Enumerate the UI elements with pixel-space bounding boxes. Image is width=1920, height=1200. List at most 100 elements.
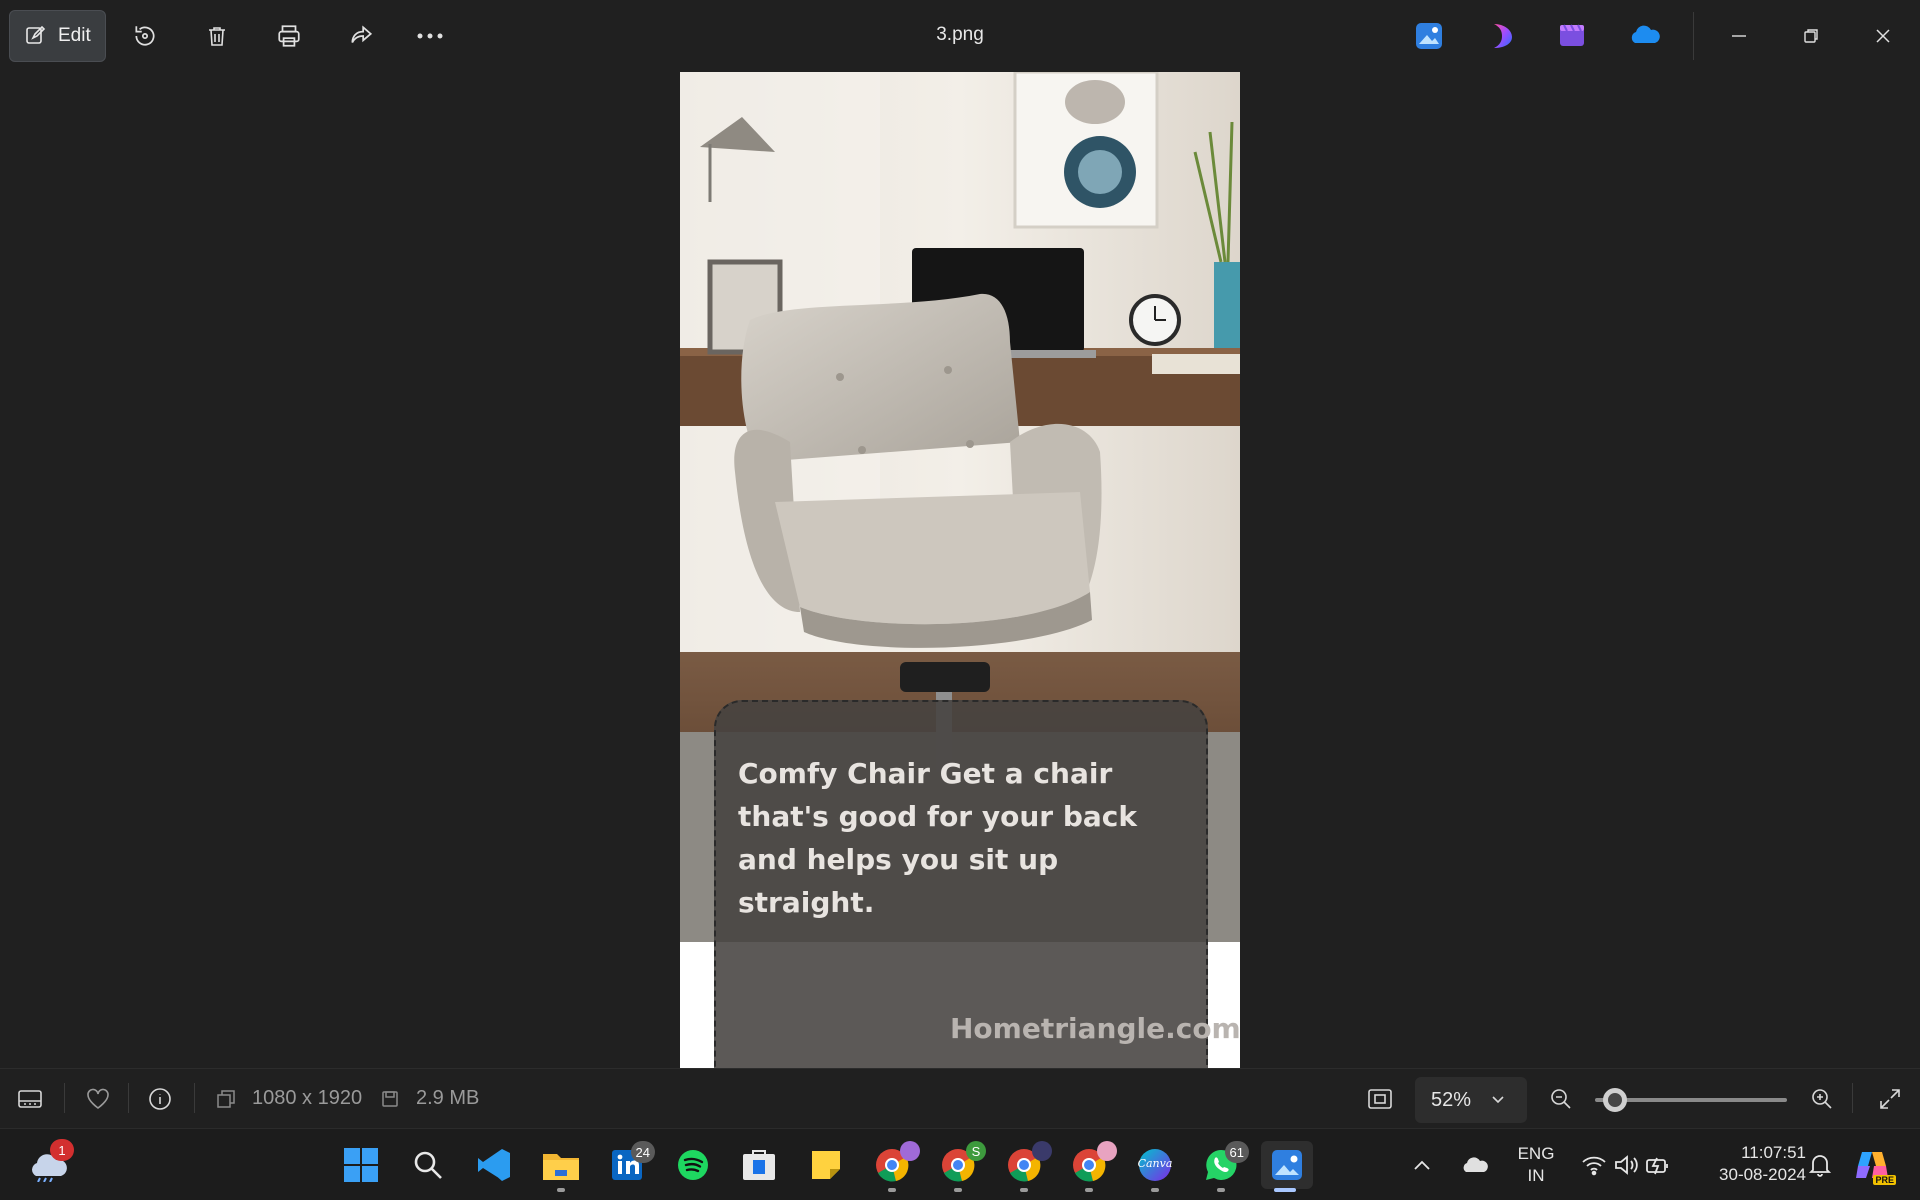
image-watermark: Hometriangle.com	[950, 1012, 1240, 1045]
search-icon	[414, 1151, 442, 1179]
vscode-icon	[478, 1149, 510, 1181]
taskbar-photos[interactable]	[1261, 1141, 1313, 1192]
chrome-profile-avatar	[1032, 1141, 1052, 1161]
taskbar-copilot[interactable]: PRE	[1848, 1141, 1896, 1189]
minimize-button[interactable]	[1721, 18, 1757, 54]
whatsapp-badge: 61	[1224, 1141, 1249, 1163]
taskbar-search[interactable]	[404, 1141, 452, 1189]
sticky-notes-icon	[812, 1151, 840, 1179]
zoom-in-button[interactable]	[1808, 1085, 1836, 1113]
info-icon	[149, 1088, 171, 1110]
image-viewer-canvas[interactable]: Comfy Chair Get a chair that's good for …	[680, 72, 1240, 1068]
running-indicator	[557, 1188, 565, 1192]
tray-overflow-button[interactable]	[1405, 1141, 1439, 1189]
tray-wifi[interactable]	[1578, 1141, 1610, 1189]
resolution-icon	[212, 1085, 240, 1113]
photos-app-window: Edit 3.png Comfy Chair Get a chair that'…	[0, 0, 1920, 1128]
taskbar-chrome-profile-2[interactable]: S	[934, 1141, 986, 1192]
edit-button[interactable]: Edit	[9, 10, 106, 62]
edit-icon	[26, 25, 46, 44]
running-indicator	[1151, 1188, 1159, 1192]
tray-battery[interactable]	[1642, 1141, 1674, 1189]
volume-icon	[1615, 1155, 1638, 1175]
onedrive-cloud-icon	[1463, 1157, 1488, 1172]
taskbar-chrome-profile-4[interactable]	[1065, 1141, 1117, 1192]
rotate-button[interactable]	[127, 18, 163, 54]
file-size-icon	[376, 1085, 404, 1113]
fit-screen-icon	[1368, 1089, 1392, 1109]
running-indicator	[954, 1188, 962, 1192]
taskbar-spotify[interactable]	[669, 1141, 717, 1189]
clipchamp-icon[interactable]	[1556, 20, 1588, 52]
delete-button[interactable]	[199, 18, 235, 54]
zoom-out-button[interactable]	[1547, 1085, 1575, 1113]
more-icon	[417, 33, 443, 39]
favorite-button[interactable]	[84, 1085, 112, 1113]
taskbar-sticky-notes[interactable]	[802, 1141, 850, 1189]
taskbar-start[interactable]	[337, 1141, 385, 1189]
language-indicator[interactable]: ENG IN	[1508, 1143, 1564, 1187]
tray-notifications[interactable]	[1802, 1141, 1838, 1189]
taskbar-file-explorer[interactable]	[537, 1141, 585, 1192]
zoom-in-icon	[1812, 1089, 1832, 1109]
designer-app-icon[interactable]	[1486, 20, 1518, 52]
taskbar-linkedin[interactable]: 24	[603, 1141, 655, 1189]
taskbar-whatsapp[interactable]: 61	[1197, 1141, 1249, 1192]
chevron-up-icon	[1414, 1160, 1430, 1170]
keyboard-region: IN	[1527, 1166, 1545, 1185]
tray-volume[interactable]	[1610, 1141, 1642, 1189]
chrome-profile-avatar	[900, 1141, 920, 1161]
chrome-profile-badge: S	[966, 1141, 986, 1161]
filmstrip-button[interactable]	[16, 1085, 44, 1113]
taskbar-chrome-profile-3[interactable]	[1000, 1141, 1052, 1192]
share-button[interactable]	[343, 18, 379, 54]
taskbar-vscode[interactable]	[470, 1141, 518, 1189]
running-indicator	[888, 1188, 896, 1192]
actual-size-button[interactable]	[1366, 1085, 1394, 1113]
print-icon	[278, 25, 300, 47]
clock-time: 11:07:51	[1741, 1143, 1806, 1162]
info-divider	[64, 1083, 65, 1113]
taskbar-canva[interactable]: Canva	[1131, 1141, 1179, 1192]
chrome-profile-avatar	[1097, 1141, 1117, 1161]
tray-onedrive[interactable]	[1455, 1141, 1495, 1189]
info-divider	[128, 1083, 129, 1113]
window-title: 3.png	[936, 24, 984, 45]
taskbar-weather[interactable]: 1	[24, 1139, 74, 1189]
folder-icon	[543, 1154, 579, 1180]
language-code: ENG	[1517, 1144, 1555, 1163]
weather-badge: 1	[50, 1139, 74, 1161]
battery-charging-icon	[1646, 1157, 1668, 1175]
taskbar-microsoft-store[interactable]	[735, 1141, 783, 1189]
file-size: 2.9 MB	[416, 1087, 480, 1109]
info-divider	[1852, 1083, 1853, 1113]
active-indicator	[1274, 1188, 1296, 1192]
restore-button[interactable]	[1793, 18, 1829, 54]
canva-label: Canva	[1137, 1157, 1173, 1170]
zoom-dropdown[interactable]: 52%	[1415, 1077, 1527, 1123]
windows-logo-icon	[344, 1148, 378, 1182]
running-indicator	[1217, 1188, 1225, 1192]
close-button[interactable]	[1865, 18, 1901, 54]
tray-clock[interactable]: 11:07:51 30-08-2024	[1694, 1142, 1806, 1186]
rotate-icon	[135, 26, 155, 46]
print-button[interactable]	[271, 18, 307, 54]
info-bar: 1080 x 1920 2.9 MB 52%	[0, 1068, 1920, 1128]
onedrive-icon[interactable]	[1629, 20, 1661, 52]
close-icon	[1876, 29, 1890, 43]
chevron-down-icon	[1492, 1096, 1504, 1104]
zoom-slider-thumb[interactable]	[1602, 1088, 1627, 1112]
photos-app-icon[interactable]	[1413, 20, 1445, 52]
bell-icon	[1809, 1155, 1831, 1177]
taskbar-chrome-profile-1[interactable]	[868, 1141, 920, 1192]
minimize-icon	[1732, 35, 1746, 37]
more-button[interactable]	[412, 18, 448, 54]
running-indicator	[1020, 1188, 1028, 1192]
image-dimensions: 1080 x 1920	[252, 1087, 363, 1109]
zoom-level: 52%	[1431, 1088, 1472, 1111]
info-divider	[194, 1083, 195, 1113]
fullscreen-button[interactable]	[1876, 1085, 1904, 1113]
delete-icon	[209, 27, 225, 46]
top-toolbar: Edit 3.png	[0, 0, 1920, 72]
file-info-button[interactable]	[146, 1085, 174, 1113]
